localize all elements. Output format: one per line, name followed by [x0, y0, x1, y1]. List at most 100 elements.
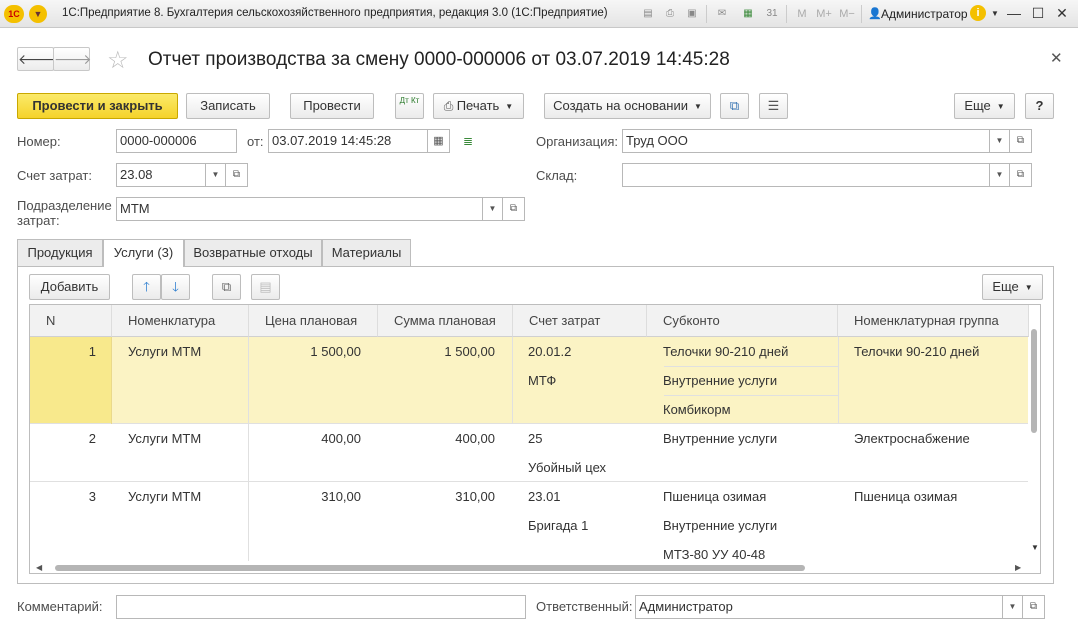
chevron-down-icon[interactable]: ▼: [990, 129, 1010, 153]
add-row-button[interactable]: Добавить: [29, 274, 110, 300]
cell-divider: [664, 395, 838, 396]
column-header-group[interactable]: Номенклатурная группа: [838, 305, 1029, 337]
memory-plus-button[interactable]: M+: [812, 6, 836, 22]
favorite-star-icon[interactable]: ☆: [107, 46, 129, 75]
caret-down-icon: ▼: [1024, 283, 1033, 292]
cell-divider: [664, 366, 838, 367]
print-label: Печать: [456, 98, 500, 113]
back-button[interactable]: 🡐: [17, 47, 56, 71]
responsible-field[interactable]: Администратор: [635, 595, 1003, 619]
structure-icon[interactable]: ⧉: [720, 93, 749, 119]
group-cell: Телочки 90-210 дней: [854, 344, 980, 359]
tab-materials[interactable]: Материалы: [322, 239, 411, 266]
window-title: 1С:Предприятие 8. Бухгалтерия сельскохоз…: [62, 7, 608, 19]
account-cell: 23.01: [528, 489, 561, 504]
chevron-down-icon[interactable]: ▼: [990, 163, 1010, 187]
scroll-left-icon[interactable]: ◀: [36, 563, 42, 572]
window-title-bar: 1C ▼ 1С:Предприятие 8. Бухгалтерия сельс…: [0, 0, 1078, 28]
item-cell: Услуги МТМ: [128, 431, 202, 446]
paste-icon[interactable]: ▤: [251, 274, 280, 300]
cost-account-field[interactable]: 23.08: [116, 163, 206, 187]
preview-icon[interactable]: ▣: [684, 6, 700, 22]
column-header-account[interactable]: Счет затрат: [513, 305, 647, 337]
row-divider: [30, 423, 1028, 424]
row-number: 1: [88, 344, 96, 359]
close-window-button[interactable]: ✕: [1052, 3, 1072, 23]
open-icon[interactable]: ⧉: [503, 197, 525, 221]
column-header-item[interactable]: Номенклатура: [112, 305, 249, 337]
vertical-scrollbar[interactable]: ▼: [1029, 305, 1040, 561]
dt-kt-button[interactable]: Дт Кт: [395, 93, 424, 119]
open-icon[interactable]: ⧉: [1010, 129, 1032, 153]
maximize-button[interactable]: ☐: [1028, 3, 1048, 23]
print-button[interactable]: ⎙ Печать ▼: [433, 93, 524, 119]
column-header-n[interactable]: N: [30, 305, 112, 337]
divider: [861, 5, 862, 23]
move-down-icon[interactable]: 🡓: [161, 274, 190, 300]
post-button[interactable]: Провести: [290, 93, 374, 119]
chevron-down-icon[interactable]: ▼: [991, 9, 999, 18]
caret-down-icon: ▼: [693, 102, 702, 111]
organization-field[interactable]: Труд ООО: [622, 129, 990, 153]
spreadsheet-icon[interactable]: ▦: [740, 6, 756, 22]
save-icon[interactable]: ▤: [640, 6, 656, 22]
comment-label: Комментарий:: [17, 599, 103, 614]
price-cell: 400,00: [321, 431, 361, 446]
division-field[interactable]: МТМ: [116, 197, 483, 221]
close-form-icon[interactable]: ✕: [1050, 49, 1063, 67]
tab-services[interactable]: Услуги (3): [103, 239, 184, 267]
forward-button[interactable]: 🡒: [53, 47, 92, 71]
edit-date-icon[interactable]: ≣: [463, 134, 473, 148]
column-divider: [111, 337, 112, 424]
help-button[interactable]: ?: [1025, 93, 1054, 119]
open-icon[interactable]: ⧉: [1010, 163, 1032, 187]
scroll-down-icon[interactable]: ▼: [1031, 543, 1039, 552]
minimize-button[interactable]: —: [1004, 3, 1024, 23]
number-field[interactable]: 0000-000006: [116, 129, 237, 153]
move-up-icon[interactable]: 🡑: [132, 274, 161, 300]
column-header-sum[interactable]: Сумма плановая: [378, 305, 513, 337]
calendar-icon[interactable]: ▦: [428, 129, 450, 153]
account-subcell: Бригада 1: [528, 518, 589, 533]
current-user[interactable]: Администратор: [881, 7, 968, 21]
scroll-right-icon[interactable]: ▶: [1015, 563, 1021, 572]
open-icon[interactable]: ⧉: [226, 163, 248, 187]
date-field[interactable]: 03.07.2019 14:45:28: [268, 129, 428, 153]
division-label: Подразделение затрат:: [17, 198, 112, 228]
table-more-button[interactable]: Еще ▼: [982, 274, 1043, 300]
more-label: Еще: [964, 98, 991, 113]
tab-products[interactable]: Продукция: [17, 239, 103, 266]
create-based-on-button[interactable]: Создать на основании ▼: [544, 93, 711, 119]
horizontal-scroll-thumb[interactable]: [55, 565, 805, 571]
memory-minus-button[interactable]: M−: [836, 6, 858, 22]
horizontal-scrollbar[interactable]: ◀ ▶: [30, 561, 1029, 573]
subconto-cell: Внутренние услуги: [663, 431, 778, 446]
account-cell: 20.01.2: [528, 344, 572, 359]
1c-logo-icon[interactable]: 1C: [4, 5, 24, 23]
open-icon[interactable]: ⧉: [1023, 595, 1045, 619]
column-header-price[interactable]: Цена плановая: [249, 305, 378, 337]
chevron-down-icon[interactable]: ▼: [206, 163, 226, 187]
post-and-close-button[interactable]: Провести и закрыть: [17, 93, 178, 119]
comment-field[interactable]: [116, 595, 526, 619]
column-header-subconto[interactable]: Субконто: [647, 305, 838, 337]
subconto-cell: Комбикорм: [663, 402, 731, 417]
more-button[interactable]: Еще ▼: [954, 93, 1015, 119]
chevron-down-icon[interactable]: ▼: [483, 197, 503, 221]
cost-account-label: Счет затрат:: [17, 168, 92, 183]
column-divider: [248, 337, 249, 562]
sum-cell: 1 500,00: [444, 344, 495, 359]
calendar-icon[interactable]: 31: [764, 6, 780, 22]
tab-return-waste[interactable]: Возвратные отходы: [184, 239, 322, 266]
save-button[interactable]: Записать: [186, 93, 270, 119]
chevron-down-icon[interactable]: ▼: [1003, 595, 1023, 619]
copy-icon[interactable]: ⧉: [212, 274, 241, 300]
main-menu-button[interactable]: ▼: [29, 5, 47, 23]
mail-icon[interactable]: ✉: [714, 6, 730, 22]
print-icon[interactable]: ⎙: [662, 6, 678, 22]
warehouse-field[interactable]: [622, 163, 990, 187]
vertical-scroll-thumb[interactable]: [1031, 329, 1037, 433]
info-icon[interactable]: i: [970, 5, 986, 21]
memory-m-button[interactable]: M: [794, 6, 810, 22]
report-icon[interactable]: ☰: [759, 93, 788, 119]
